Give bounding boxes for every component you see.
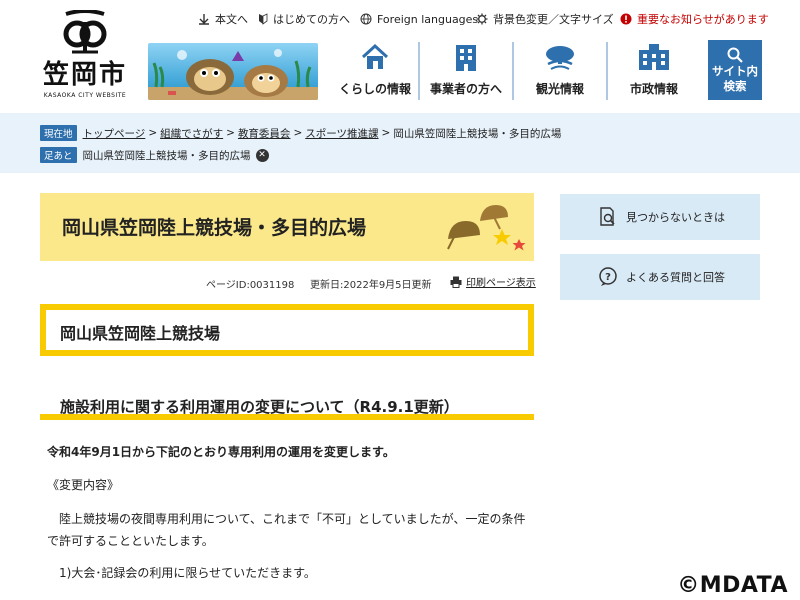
breadcrumb-top-page[interactable]: トップページ xyxy=(83,126,146,141)
arrow-down-icon xyxy=(199,14,209,25)
color-text-size-label: 背景色変更／文字サイズ xyxy=(493,13,614,26)
first-visit-label: はじめての方へ xyxy=(273,13,350,26)
nav-city-administration-label: 市政情報 xyxy=(629,82,678,96)
nav-divider xyxy=(606,42,608,100)
page-title-box: 岡山県笠岡陸上競技場・多目的広場 xyxy=(40,193,534,261)
page-title: 岡山県笠岡陸上競技場・多目的広場 xyxy=(62,217,367,239)
alert-icon xyxy=(620,13,632,25)
paragraph-condition-1: 1)大会･記録会の利用に限らせていただきます。 xyxy=(59,566,316,580)
horseshoe-crab-icon xyxy=(447,205,526,251)
breadcrumb-board-of-education[interactable]: 教育委員会 xyxy=(238,126,291,141)
not-found-help-label: 見つからないときは xyxy=(626,211,725,224)
footprints-item[interactable]: 岡山県笠岡陸上競技場・多目的広場 xyxy=(83,148,251,163)
nav-business[interactable]: 事業者の方へ xyxy=(422,40,510,100)
faq-label: よくある質問と回答 xyxy=(626,271,725,284)
nav-tourism-label: 観光情報 xyxy=(535,82,584,96)
breadcrumb-separator: > xyxy=(381,127,391,139)
print-page-link[interactable]: 印刷ページ表示 xyxy=(450,274,536,289)
site-search-label-1: サイト内 xyxy=(712,64,758,78)
breadcrumb-separator: > xyxy=(226,127,235,139)
gear-icon xyxy=(476,13,488,25)
house-icon xyxy=(361,43,389,69)
faq-button[interactable]: ? よくある質問と回答 xyxy=(560,254,760,300)
site-search-label-2: 検索 xyxy=(723,79,747,93)
nav-living-info[interactable]: くらしの情報 xyxy=(334,40,416,100)
mascot-banner[interactable] xyxy=(148,43,318,100)
breadcrumb-organization[interactable]: 組織でさがす xyxy=(160,126,223,141)
city-hall-icon xyxy=(639,44,669,70)
breadcrumb: 現在地 トップページ > 組織でさがす > 教育委員会 > スポーツ推進課 > … xyxy=(40,125,561,141)
section-heading-box: 岡山県笠岡陸上競技場 xyxy=(40,304,534,356)
text-only-label: 本文へ xyxy=(215,13,248,26)
logo-city-name: 笠岡市 xyxy=(42,60,127,90)
section-heading: 岡山県笠岡陸上競技場 xyxy=(60,324,221,343)
foreign-languages-link[interactable]: Foreign languages xyxy=(360,10,478,28)
color-text-size-link[interactable]: 背景色変更／文字サイズ xyxy=(476,10,614,28)
nav-city-administration[interactable]: 市政情報 xyxy=(610,40,698,100)
breadcrumb-area xyxy=(0,113,800,173)
city-emblem-icon xyxy=(63,10,107,54)
not-found-help-button[interactable]: 見つからないときは xyxy=(560,194,760,240)
office-building-icon xyxy=(456,45,476,71)
printer-icon xyxy=(450,276,462,288)
question-bubble-icon: ? xyxy=(599,267,617,286)
important-notice-label: 重要なお知らせがあります xyxy=(637,13,769,26)
paragraph-change-heading: 《変更内容》 xyxy=(47,478,120,492)
logo-english-name: KASAOKA CITY WEBSITE xyxy=(43,92,127,99)
nav-business-label: 事業者の方へ xyxy=(429,82,502,96)
foreign-languages-label: Foreign languages xyxy=(377,12,479,26)
copyright-watermark: ©MDATA xyxy=(677,573,788,598)
svg-text:?: ? xyxy=(605,272,611,283)
nav-tourism[interactable]: 観光情報 xyxy=(516,40,604,100)
subsection-underline xyxy=(40,414,534,420)
city-logo[interactable]: 笠岡市 KASAOKA CITY WEBSITE xyxy=(40,10,130,102)
search-icon xyxy=(727,47,743,63)
mascot-illustration-icon xyxy=(148,49,318,100)
beginner-mark-icon xyxy=(259,13,268,25)
print-page-label: 印刷ページ表示 xyxy=(466,278,536,289)
page-id: ページID:0031198 xyxy=(206,280,295,291)
globe-icon xyxy=(360,13,372,25)
breadcrumb-tag: 現在地 xyxy=(40,125,77,141)
footprints-tag: 足あと xyxy=(40,147,77,163)
important-notice-link[interactable]: 重要なお知らせがあります xyxy=(620,10,769,28)
text-only-link[interactable]: 本文へ xyxy=(198,10,248,28)
updated-date: 更新日:2022年9月5日更新 xyxy=(310,280,432,291)
first-visit-link[interactable]: はじめての方へ xyxy=(258,10,350,28)
breadcrumb-sports-promotion[interactable]: スポーツ推進課 xyxy=(305,126,378,141)
footprints: 足あと 岡山県笠岡陸上競技場・多目的広場 ✕ xyxy=(40,147,269,163)
close-icon[interactable]: ✕ xyxy=(255,148,269,162)
nav-divider xyxy=(418,42,420,100)
paragraph-change-body: 陸上競技場の夜間専用利用について、これまで「不可」としていましたが、一定の条件で… xyxy=(47,512,526,548)
paragraph-intro: 令和4年9月1日から下記のとおり専用利用の運用を変更します。 xyxy=(47,445,395,459)
breadcrumb-separator: > xyxy=(293,127,303,139)
breadcrumb-current: 岡山県笠岡陸上競技場・多目的広場 xyxy=(393,127,562,140)
tourism-icon xyxy=(546,46,574,70)
site-search-button[interactable]: サイト内 検索 xyxy=(708,40,762,100)
nav-living-info-label: くらしの情報 xyxy=(338,82,411,96)
document-search-icon xyxy=(600,207,615,226)
breadcrumb-separator: > xyxy=(148,127,158,139)
nav-divider xyxy=(512,42,514,100)
